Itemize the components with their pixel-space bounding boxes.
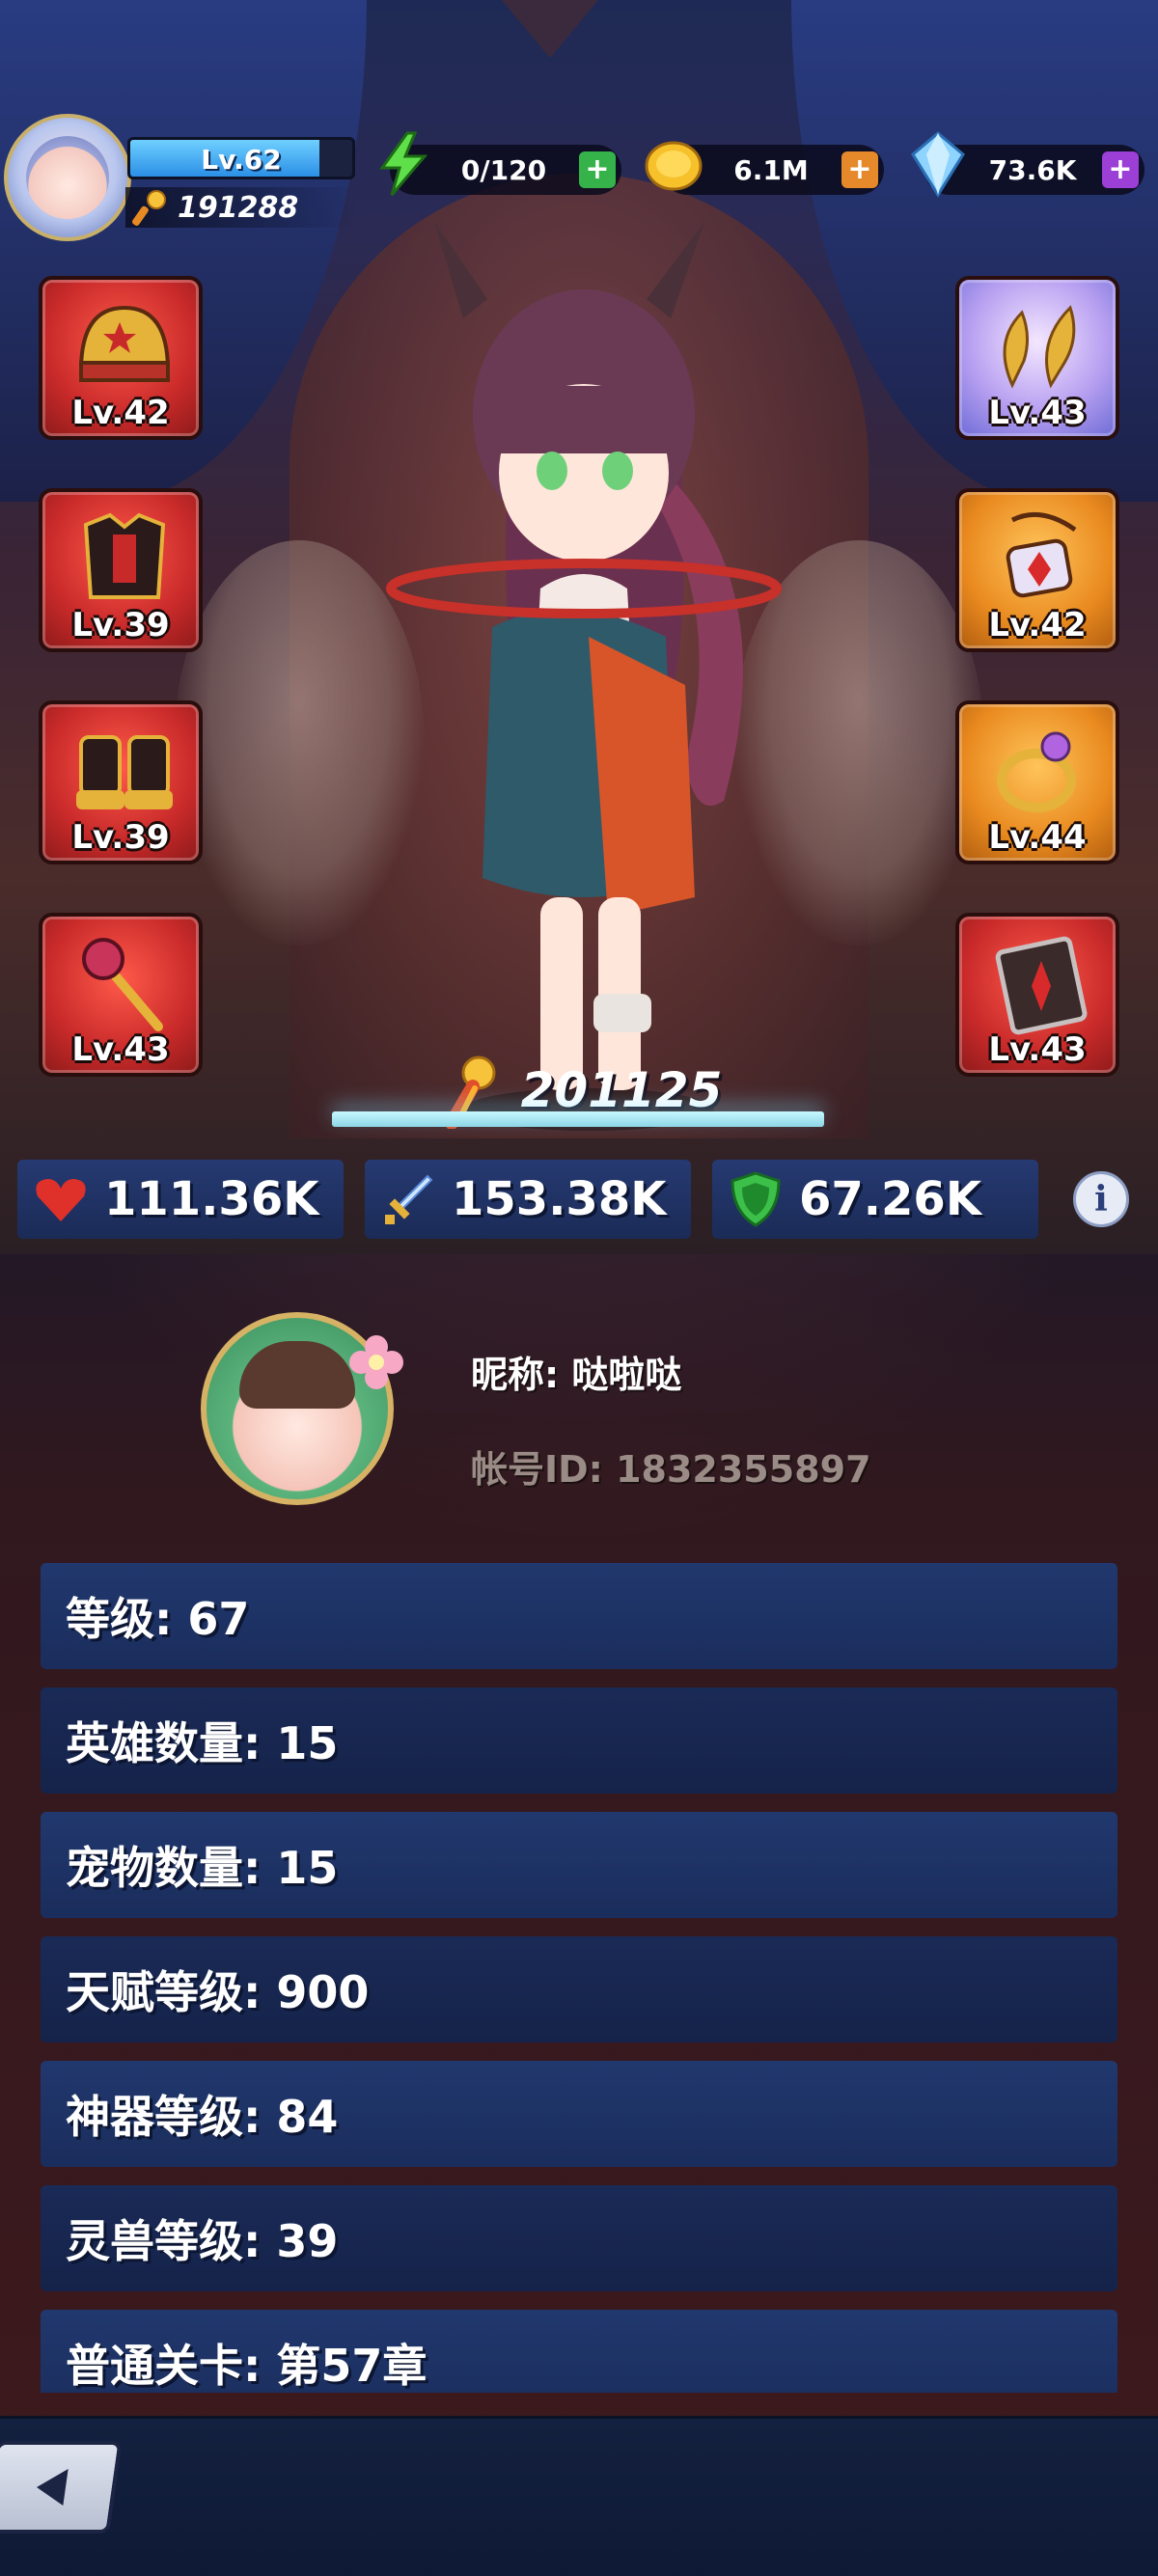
equip-level-helmet: Lv.42 — [71, 394, 170, 432]
equip-slot-book[interactable]: Lv.43 — [955, 913, 1119, 1077]
equip-level-wings: Lv.43 — [988, 394, 1087, 432]
list-item-artifact-level: 神器等级: 84 — [41, 2061, 1117, 2167]
list-item-talent-level: 天赋等级: 900 — [41, 1936, 1117, 2042]
equip-level-armor: Lv.39 — [71, 606, 170, 644]
bottom-bar — [0, 2416, 1158, 2576]
equip-level-staff: Lv.43 — [71, 1030, 170, 1069]
equip-level-necklace: Lv.42 — [988, 606, 1087, 644]
shield-icon — [712, 1160, 799, 1239]
ring-icon — [997, 731, 1076, 812]
hero-power-underline — [332, 1111, 824, 1127]
equip-slot-ring[interactable]: Lv.44 — [955, 700, 1119, 864]
flower-icon — [349, 1335, 403, 1389]
stat-attack-value: 153.38K — [452, 1172, 667, 1226]
list-item-level: 等级: 67 — [41, 1563, 1117, 1669]
player-level-bar: Lv.62 — [127, 137, 355, 179]
stat-attack: 153.38K — [365, 1160, 691, 1239]
boots-icon — [76, 735, 173, 809]
equip-slot-wings[interactable]: Lv.43 — [955, 276, 1119, 440]
helmet-icon — [78, 305, 171, 382]
gem-plus-button[interactable]: + — [1102, 151, 1139, 188]
equip-slot-helmet[interactable]: Lv.42 — [39, 276, 203, 440]
stat-defense-value: 67.26K — [799, 1172, 982, 1226]
equip-level-ring: Lv.44 — [988, 818, 1087, 857]
equip-slot-staff[interactable]: Lv.43 — [39, 913, 203, 1077]
profile-nickname: 昵称: 哒啦哒 — [471, 1354, 682, 1396]
profile-stats-list[interactable]: 等级: 67 英雄数量: 15 宠物数量: 15 天赋等级: 900 神器等级:… — [0, 1544, 1158, 2393]
stat-hp-value: 111.36K — [104, 1172, 319, 1226]
hero-character[interactable] — [376, 183, 801, 1138]
equip-slot-necklace[interactable]: Lv.42 — [955, 488, 1119, 652]
decorative-arrow — [502, 0, 598, 58]
book-icon — [995, 936, 1088, 1035]
equip-slot-armor[interactable]: Lv.39 — [39, 488, 203, 652]
player-avatar[interactable] — [4, 114, 131, 241]
list-item-spirit-beast-level: 灵兽等级: 39 — [41, 2185, 1117, 2291]
avatar-face — [26, 136, 109, 219]
sword-icon — [365, 1160, 452, 1239]
profile-account-id: 帐号ID: 1832355897 — [471, 1448, 871, 1491]
back-arrow-icon — [37, 2469, 69, 2506]
wings-icon — [1003, 305, 1076, 389]
staff-icon — [82, 938, 163, 1031]
equip-slot-boots[interactable]: Lv.39 — [39, 700, 203, 864]
info-button[interactable]: i — [1073, 1171, 1129, 1227]
player-level-text: Lv.62 — [201, 144, 282, 176]
necklace-icon — [1006, 511, 1077, 598]
list-item-normal-stage: 普通关卡: 第57章 — [41, 2310, 1117, 2393]
back-button[interactable] — [0, 2441, 123, 2534]
list-item-pet-count: 宠物数量: 15 — [41, 1812, 1117, 1918]
armor-icon — [83, 512, 166, 599]
hero-power-value: 201125 — [520, 1062, 723, 1118]
heart-icon — [17, 1160, 104, 1239]
profile-avatar[interactable] — [201, 1293, 403, 1505]
stat-defense: 67.26K — [712, 1160, 1038, 1239]
equip-level-book: Lv.43 — [988, 1030, 1087, 1069]
stat-hp: 111.36K — [17, 1160, 344, 1239]
player-power: 191288 — [125, 187, 357, 228]
gem-counter: 73.6K + — [911, 131, 1144, 198]
power-wand-icon — [132, 190, 166, 226]
gold-plus-button[interactable]: + — [841, 151, 878, 188]
player-power-value: 191288 — [178, 190, 299, 225]
diamond-icon — [911, 131, 965, 198]
equip-level-boots: Lv.39 — [71, 818, 170, 857]
list-item-hero-count: 英雄数量: 15 — [41, 1687, 1117, 1794]
